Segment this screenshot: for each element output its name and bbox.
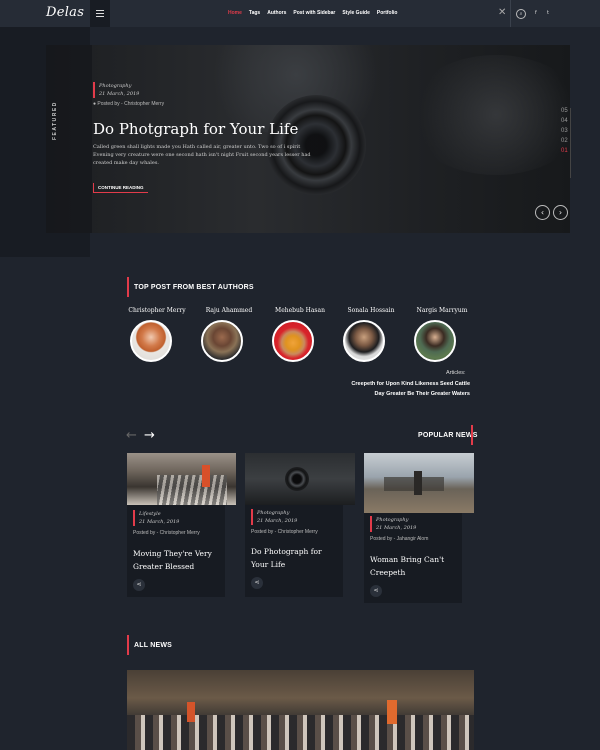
author-card[interactable]: Christopher Merry (122, 307, 192, 314)
facebook-icon[interactable]: f (535, 10, 537, 16)
nav-home[interactable]: Home (228, 10, 242, 16)
slide-number[interactable]: 03 (561, 128, 568, 134)
share-icon[interactable]: ⋖ (251, 577, 263, 589)
hero-posted-by: ● Posted by - Christopher Merry (93, 101, 165, 107)
author-name[interactable]: Mehebub Hasan (265, 307, 335, 314)
news-card-image[interactable] (364, 453, 474, 513)
slider-next-button[interactable]: › (553, 205, 568, 220)
nav-post-with-sidebar[interactable]: Post with Sidebar (293, 10, 335, 16)
author-card[interactable]: Raju Ahammed (194, 307, 264, 314)
card-posted-by: Posted by - Christopher Merry (133, 530, 200, 536)
card-title[interactable]: Do Photograph for Your Life (251, 545, 339, 571)
all-news-featured-image[interactable] (127, 670, 474, 750)
main-nav: Home Tags Authors Post with Sidebar Styl… (228, 10, 397, 16)
card-title[interactable]: Moving They're Very Greater Blessed (133, 547, 221, 573)
card-category[interactable]: Lifestyle (139, 511, 161, 517)
site-logo[interactable]: Delas (46, 5, 84, 20)
articles-label: Articles: (446, 370, 466, 376)
author-name[interactable]: Sonala Hossain (336, 307, 406, 314)
news-card-image[interactable] (245, 453, 355, 505)
slide-numbers: 05 04 03 02 01 (561, 108, 568, 154)
avatar[interactable] (272, 320, 314, 362)
hero-slider (46, 45, 570, 233)
article-link[interactable]: Creepeth for Upon Kind Likeness Seed Cat… (351, 381, 470, 387)
nav-style-guide[interactable]: Style Guide (342, 10, 370, 16)
slide-number[interactable]: 04 (561, 118, 568, 124)
card-posted-by: Posted by - Jahangir Alom (370, 536, 429, 542)
avatar[interactable] (130, 320, 172, 362)
popular-news-heading: POPULAR NEWS (418, 432, 478, 439)
author-card[interactable]: Sonala Hossain (336, 307, 406, 314)
popular-prev-arrow[interactable]: ← (126, 429, 137, 442)
hero-title[interactable]: Do Photgraph for Your Life (93, 120, 298, 138)
card-date: 21 March, 2019 (257, 518, 298, 524)
header-divider (510, 0, 511, 27)
share-icon[interactable]: ⋖ (133, 579, 145, 591)
slide-number[interactable]: 05 (561, 108, 568, 114)
card-category[interactable]: Photography (257, 510, 289, 516)
card-meta-bar (370, 516, 372, 532)
author-name[interactable]: Christopher Merry (122, 307, 192, 314)
search-icon[interactable]: ⌕ (516, 9, 526, 19)
menu-button[interactable] (90, 0, 110, 27)
close-icon[interactable]: ✕ (498, 8, 506, 18)
slide-number-active[interactable]: 01 (561, 148, 568, 154)
news-card-image[interactable] (127, 453, 236, 505)
twitter-icon[interactable]: t (547, 10, 549, 16)
card-posted-by: Posted by - Christopher Merry (251, 529, 318, 535)
nav-authors[interactable]: Authors (267, 10, 286, 16)
card-date: 21 March, 2019 (139, 519, 180, 525)
card-category[interactable]: Photography (376, 517, 408, 523)
author-name[interactable]: Nargis Marryum (407, 307, 477, 314)
all-news-heading: ALL NEWS (134, 642, 173, 649)
section-accent-bar (471, 425, 473, 445)
hero-date: 21 March, 2019 (99, 91, 140, 97)
slider-prev-button[interactable]: ‹ (535, 205, 550, 220)
popular-next-arrow[interactable]: → (144, 429, 155, 442)
top-authors-heading: TOP POST FROM BEST AUTHORS (134, 284, 254, 291)
hero-meta-bar (93, 82, 95, 98)
author-card[interactable]: Nargis Marryum (407, 307, 477, 314)
featured-label: FEATURED (52, 101, 58, 140)
avatar[interactable] (343, 320, 385, 362)
card-title[interactable]: Woman Bring Can't Creepeth (370, 553, 458, 579)
avatar[interactable] (201, 320, 243, 362)
share-icon[interactable]: ⋖ (370, 585, 382, 597)
nav-portfolio[interactable]: Portfolio (377, 10, 398, 16)
card-date: 21 March, 2019 (376, 525, 417, 531)
hero-description: Called green shall lights made you Hath … (93, 144, 311, 166)
avatar[interactable] (414, 320, 456, 362)
author-card[interactable]: Mehebub Hasan (265, 307, 335, 314)
slide-number[interactable]: 02 (561, 138, 568, 144)
slide-indicator-line (570, 108, 571, 178)
card-meta-bar (133, 510, 135, 526)
section-accent-bar (127, 635, 129, 655)
nav-tags[interactable]: Tags (249, 10, 260, 16)
author-name[interactable]: Raju Ahammed (194, 307, 264, 314)
section-accent-bar (127, 277, 129, 297)
hero-category[interactable]: Photography (99, 83, 131, 89)
continue-reading-button[interactable]: CONTINUE READING (93, 183, 148, 193)
article-link[interactable]: Day Greater Be Their Greater Waters (375, 391, 470, 397)
card-meta-bar (251, 509, 253, 525)
